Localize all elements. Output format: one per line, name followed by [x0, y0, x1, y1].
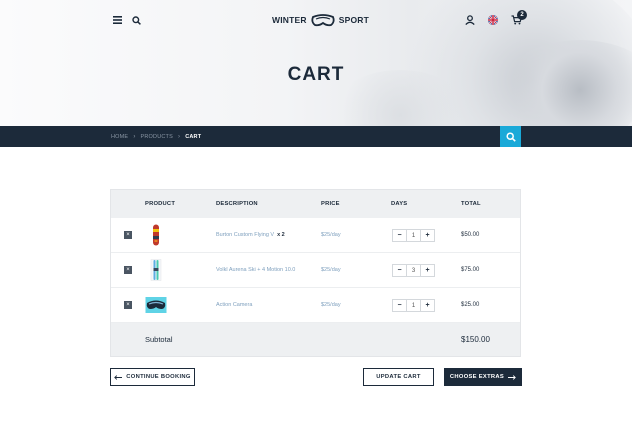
row-total: $50.00 [461, 232, 480, 238]
goggles-logo-icon [311, 13, 335, 26]
breadcrumb: HOME › PRODUCTS › CART [111, 126, 201, 147]
breadcrumb-current: CART [185, 133, 202, 140]
search-button[interactable] [500, 126, 521, 147]
column-header-description: DESCRIPTION [216, 201, 258, 207]
days-stepper: − 3 + [392, 264, 435, 277]
remove-item-button[interactable]: × [124, 266, 132, 274]
product-description[interactable]: Volkl Aurena Ski + 4 Motion 10.0 [216, 253, 298, 288]
remove-item-button[interactable]: × [124, 301, 132, 309]
days-stepper: − 1 + [392, 299, 435, 312]
product-quantity: x 2 [277, 232, 285, 238]
decrement-button[interactable]: − [393, 230, 406, 241]
days-input[interactable]: 1 [406, 230, 421, 241]
logo-text-left: WINTER [272, 15, 307, 25]
subtotal-label: Subtotal [145, 335, 173, 344]
increment-button[interactable]: + [421, 300, 434, 311]
product-name[interactable]: Volkl Aurena Ski + 4 Motion 10.0 [216, 267, 295, 273]
update-cart-label: UPDATE CART [376, 374, 421, 380]
logo-text-right: SPORT [338, 15, 370, 25]
table-row: × Action Camera $25/day − 1 + $25.00 [111, 288, 520, 323]
days-stepper: − 1 + [392, 229, 435, 242]
choose-extras-button[interactable]: CHOOSE EXTRAS [444, 368, 522, 386]
product-price: $25/day [321, 302, 341, 308]
search-icon [505, 131, 516, 142]
row-total: $75.00 [461, 267, 480, 273]
breadcrumb-separator: › [177, 133, 181, 140]
user-icon[interactable] [463, 13, 477, 27]
breadcrumb-products[interactable]: PRODUCTS [141, 134, 173, 140]
page-title: CART [287, 64, 345, 85]
breadcrumb-separator: › [133, 133, 136, 140]
goggles-icon[interactable] [145, 294, 167, 316]
arrow-left-icon [114, 374, 123, 380]
product-price: $25/day [321, 267, 341, 273]
increment-button[interactable]: + [421, 265, 434, 276]
cart-table: PRODUCT DESCRIPTION PRICE DAYS TOTAL × B… [110, 189, 521, 357]
product-name[interactable]: Burton Custom Flying V [216, 232, 274, 238]
column-header-product: PRODUCT [145, 201, 176, 207]
product-description[interactable]: Action Camera [216, 288, 255, 323]
continue-booking-label: CONTINUE BOOKING [126, 374, 191, 380]
column-header-days: DAYS [391, 201, 408, 207]
remove-item-button[interactable]: × [124, 231, 132, 239]
ski-icon[interactable] [145, 259, 167, 281]
arrow-right-icon [508, 374, 516, 380]
choose-extras-label: CHOOSE EXTRAS [449, 374, 505, 380]
table-row: × Volkl Aurena Ski + 4 Motion 10.0 $25/d… [111, 253, 520, 288]
uk-flag-icon[interactable] [486, 13, 500, 27]
increment-button[interactable]: + [421, 230, 434, 241]
product-price: $25/day [321, 232, 341, 238]
hero-banner: WINTER SPORT 2 CART [0, 0, 632, 126]
days-input[interactable]: 3 [406, 265, 421, 276]
cart-count-badge: 2 [517, 10, 527, 20]
column-header-total: TOTAL [461, 201, 481, 207]
search-icon[interactable] [129, 13, 143, 27]
table-header: PRODUCT DESCRIPTION PRICE DAYS TOTAL [111, 190, 520, 218]
subtotal-value: $150.00 [461, 335, 490, 344]
update-cart-button[interactable]: UPDATE CART [363, 368, 434, 386]
product-name[interactable]: Action Camera [216, 302, 252, 308]
breadcrumb-home[interactable]: HOME [111, 134, 128, 140]
days-input[interactable]: 1 [406, 300, 421, 311]
continue-booking-button[interactable]: CONTINUE BOOKING [110, 368, 195, 386]
column-header-price: PRICE [321, 201, 340, 207]
product-description[interactable]: Burton Custom Flying Vx 2 [216, 218, 285, 253]
menu-icon[interactable] [110, 13, 124, 27]
decrement-button[interactable]: − [393, 300, 406, 311]
row-total: $25.00 [461, 302, 480, 308]
site-logo[interactable]: WINTER SPORT [272, 11, 369, 29]
table-row: × Burton Custom Flying Vx 2 $25/day − 1 … [111, 218, 520, 253]
snowboard-icon[interactable] [145, 224, 167, 246]
breadcrumb-bar: HOME › PRODUCTS › CART [0, 126, 632, 147]
subtotal-row: Subtotal $150.00 [111, 323, 520, 356]
decrement-button[interactable]: − [393, 265, 406, 276]
